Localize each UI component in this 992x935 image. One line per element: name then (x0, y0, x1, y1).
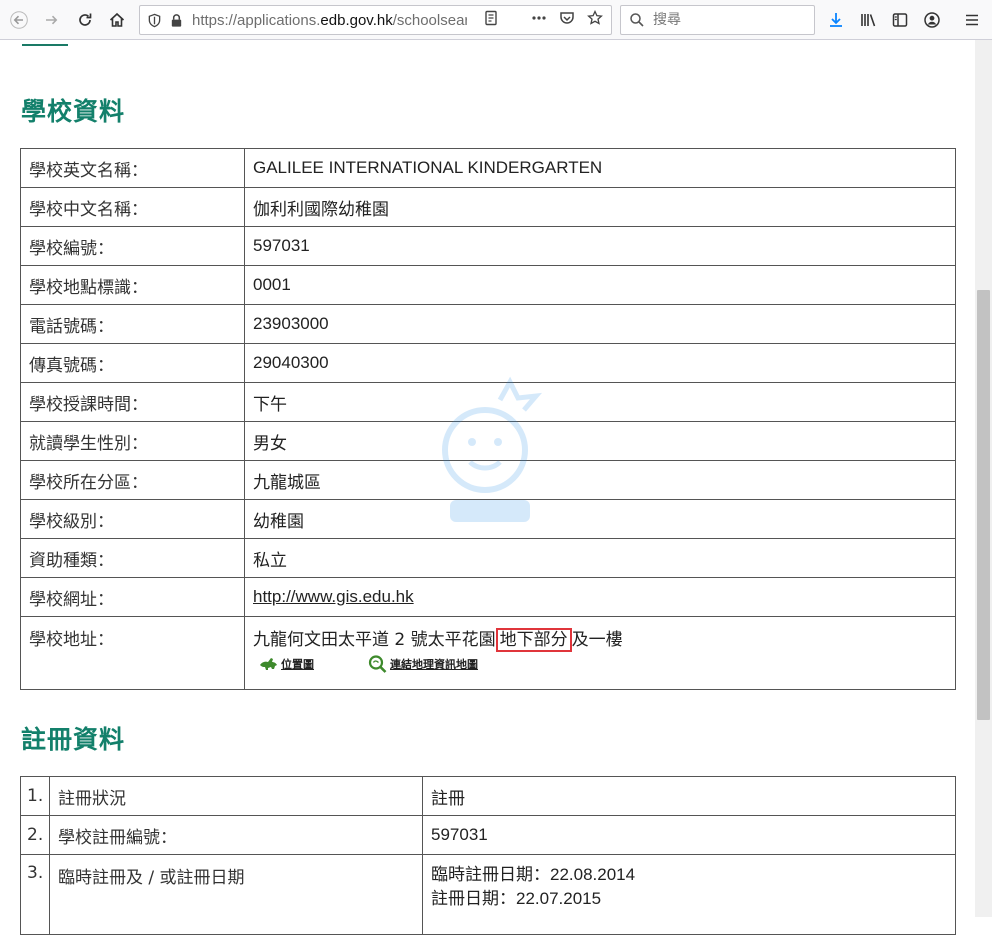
table-row: 學校級別： 幼稚園 (20, 499, 956, 539)
row-number: 1. (20, 776, 50, 816)
page-scrollbar-thumb[interactable] (977, 290, 990, 720)
table-row-website: 學校網址： http://www.gis.edu.hk (20, 577, 956, 617)
table-row: 資助種類： 私立 (20, 538, 956, 578)
table-row: 學校地點標識： 0001 (20, 265, 956, 305)
forward-icon[interactable] (38, 6, 66, 34)
account-icon[interactable] (918, 6, 946, 34)
search-input[interactable] (651, 11, 805, 29)
gis-map-label: 連結地理資訊地圖 (390, 659, 478, 671)
menu-icon[interactable] (958, 6, 986, 34)
school-info-title: 學校資料 (21, 97, 126, 126)
table-row: 學校英文名稱： GALILEE INTERNATIONAL KINDERGART… (20, 148, 956, 188)
location-map-link[interactable]: 位置圖 (259, 655, 314, 673)
reader-view-icon[interactable] (483, 10, 499, 30)
table-row-address: 學校地址： 九龍何文田太平道 2 號太平花園 地下部分 及一樓 位置圖 連結地理… (20, 616, 956, 690)
row-value: 23903000 (244, 304, 956, 344)
registration-table: 1. 註冊狀況 註冊 2. 學校註冊編號： 597031 3. 臨時註冊及 / … (20, 776, 956, 935)
row-value: GALILEE INTERNATIONAL KINDERGARTEN (244, 148, 956, 188)
website-cell: http://www.gis.edu.hk (244, 577, 956, 617)
registration-title: 註冊資料 (21, 725, 126, 754)
table-row: 傳真號碼： 29040300 (20, 343, 956, 383)
table-row: 就讀學生性別： 男女 (20, 421, 956, 461)
row-value: 下午 (244, 382, 956, 422)
table-row: 3. 臨時註冊及 / 或註冊日期 臨時註冊日期：22.08.2014 註冊日期：… (20, 854, 956, 935)
website-label: 學校網址： (20, 577, 245, 617)
address-text: 九龍何文田太平道 2 號太平花園 地下部分 及一樓 (253, 625, 955, 652)
provisional-registration-date: 臨時註冊日期：22.08.2014 (431, 865, 636, 884)
row-label: 資助種類： (20, 538, 245, 578)
table-row: 2. 學校註冊編號： 597031 (20, 815, 956, 855)
url-host: edb.gov.hk (320, 11, 393, 29)
sidebar-icon[interactable] (886, 6, 914, 34)
bookmark-star-icon[interactable] (587, 9, 603, 30)
table-row: 電話號碼： 23903000 (20, 304, 956, 344)
table-row: 學校編號： 597031 (20, 226, 956, 266)
address-bar[interactable]: https://applications.edb.gov.hk/schoolse… (139, 5, 612, 35)
row-label: 臨時註冊及 / 或註冊日期 (49, 854, 423, 935)
row-value: 九龍城區 (244, 460, 956, 500)
row-number: 3. (20, 854, 50, 935)
location-map-label: 位置圖 (281, 659, 314, 671)
gis-map-link[interactable]: 連結地理資訊地圖 (368, 655, 478, 673)
row-label: 就讀學生性別： (20, 421, 245, 461)
row-label: 學校地點標識： (20, 265, 245, 305)
library-icon[interactable] (854, 6, 882, 34)
url-suffix: /schoolsearch (392, 11, 467, 29)
table-row: 學校所在分區： 九龍城區 (20, 460, 956, 500)
row-value: 597031 (422, 815, 956, 855)
registration-date: 註冊日期：22.07.2015 (431, 889, 602, 908)
row-value: 0001 (244, 265, 956, 305)
address-part-1: 九龍何文田太平道 2 號太平花園 (253, 630, 496, 650)
address-cell: 九龍何文田太平道 2 號太平花園 地下部分 及一樓 位置圖 連結地理資訊地圖 (244, 616, 956, 690)
clipped-link-fragment[interactable] (22, 40, 68, 46)
download-icon[interactable] (822, 6, 850, 34)
search-icon (630, 13, 644, 27)
row-value: 私立 (244, 538, 956, 578)
row-label: 學校中文名稱： (20, 187, 245, 227)
school-info-table: 學校英文名稱： GALILEE INTERNATIONAL KINDERGART… (20, 148, 956, 690)
row-value: 伽利利國際幼稚園 (244, 187, 956, 227)
row-label: 電話號碼： (20, 304, 245, 344)
row-label: 註冊狀況 (49, 776, 423, 816)
row-value: 29040300 (244, 343, 956, 383)
url-text[interactable]: https://applications.edb.gov.hk/schoolse… (192, 12, 467, 29)
table-row: 學校授課時間： 下午 (20, 382, 956, 422)
row-label: 學校英文名稱： (20, 148, 245, 188)
row-value: 臨時註冊日期：22.08.2014 註冊日期：22.07.2015 (422, 854, 956, 935)
school-website-link[interactable]: http://www.gis.edu.hk (253, 587, 414, 606)
lock-icon[interactable] (168, 12, 184, 28)
row-label: 學校級別： (20, 499, 245, 539)
row-label: 學校註冊編號： (49, 815, 423, 855)
table-row: 1. 註冊狀況 註冊 (20, 776, 956, 816)
table-row: 學校中文名稱： 伽利利國際幼稚園 (20, 187, 956, 227)
search-bar[interactable] (620, 5, 815, 35)
address-part-2: 及一樓 (571, 630, 623, 650)
row-label: 學校所在分區： (20, 460, 245, 500)
shield-icon[interactable] (146, 12, 162, 28)
map-links: 位置圖 連結地理資訊地圖 (259, 655, 955, 673)
row-label: 傳真號碼： (20, 343, 245, 383)
browser-toolbar: https://applications.edb.gov.hk/schoolse… (0, 0, 992, 40)
row-label: 學校授課時間： (20, 382, 245, 422)
map-dinosaur-icon (260, 658, 277, 670)
more-actions-icon[interactable] (531, 10, 547, 30)
row-value: 597031 (244, 226, 956, 266)
url-prefix: https://applications. (192, 11, 321, 29)
gis-search-icon (368, 655, 387, 673)
back-icon[interactable] (5, 6, 33, 34)
address-label: 學校地址： (20, 616, 245, 690)
home-icon[interactable] (103, 6, 131, 34)
row-value: 男女 (244, 421, 956, 461)
row-label: 學校編號： (20, 226, 245, 266)
row-value: 幼稚園 (244, 499, 956, 539)
row-value: 註冊 (422, 776, 956, 816)
row-number: 2. (20, 815, 50, 855)
reload-icon[interactable] (71, 6, 99, 34)
address-highlighted-part: 地下部分 (495, 628, 572, 652)
pocket-icon[interactable] (559, 10, 575, 30)
